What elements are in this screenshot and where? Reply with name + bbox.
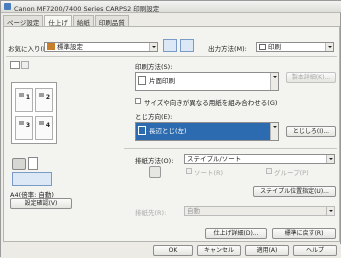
finishing-preview-icon [12, 172, 52, 186]
divider [124, 148, 337, 149]
title-bar: Canon MF7200/7400 Series CARPS2 印刷設定 [1, 1, 341, 13]
favorites-select[interactable]: 標準設定 [44, 42, 158, 52]
favorites-icon [47, 43, 55, 50]
preview-page: 2 [35, 88, 53, 112]
chevron-down-icon [270, 73, 278, 90]
chevron-down-icon [326, 207, 334, 215]
staple-icon [149, 166, 161, 178]
preview-page: 4 [35, 116, 53, 140]
chevron-down-icon [325, 43, 333, 51]
output-tray-select[interactable]: 自動 [184, 206, 335, 216]
finishing-value: ステイプル/ソート [187, 155, 242, 163]
binding-icon [138, 126, 146, 135]
printer-icon [12, 158, 26, 170]
group-checkbox[interactable] [266, 168, 272, 174]
printer-view-icon[interactable] [21, 61, 29, 69]
edit-favorite-icon[interactable] [180, 39, 194, 52]
output-method-label: 出力方法(M): [208, 45, 247, 53]
restore-defaults-button[interactable]: 標準に戻す(R) [272, 228, 336, 239]
help-button[interactable]: ヘルプ [293, 245, 337, 256]
one-sided-icon [138, 76, 146, 85]
output-method-select[interactable]: 印刷 [256, 42, 334, 52]
tab-paper-source[interactable]: 給紙 [72, 15, 94, 27]
divider [6, 56, 337, 57]
print-settings-window: Canon MF7200/7400 Series CARPS2 印刷設定 ページ… [0, 0, 341, 258]
chevron-down-icon [149, 43, 157, 51]
binding-select[interactable]: 長辺とじ(左) [135, 122, 279, 141]
page-preview: 1 2 3 4 [11, 82, 57, 144]
booklet-details-button[interactable]: 製本詳細(K)... [286, 72, 336, 83]
group-label: グループ(P) [274, 169, 309, 177]
apply-button[interactable]: 適用(A) [245, 245, 289, 256]
finishing-panel: お気に入り(F): 標準設定 出力方法(M): 印刷 1 2 3 4 A4(倍率… [3, 26, 340, 242]
dialog-buttons: OK キャンセル 適用(A) ヘルプ [1, 244, 341, 258]
sort-checkbox[interactable] [186, 168, 192, 174]
window-title: Canon MF7200/7400 Series CARPS2 印刷設定 [14, 5, 160, 13]
output-tray-label: 排紙先(R): [135, 209, 167, 217]
page-layout-icon[interactable] [10, 61, 20, 69]
binding-value: 長辺とじ(左) [149, 127, 187, 135]
finishing-details-button[interactable]: 仕上げ詳細(D)... [205, 228, 267, 239]
gutter-button[interactable]: とじしろ(I)... [286, 126, 336, 137]
mixed-sizes-checkbox[interactable] [135, 98, 141, 104]
chevron-down-icon [326, 155, 334, 163]
ok-button[interactable]: OK [153, 245, 193, 256]
preview-page: 1 [15, 88, 33, 112]
tab-print-quality[interactable]: 印刷品質 [94, 15, 129, 27]
tab-page-setup[interactable]: ページ設定 [3, 15, 44, 27]
paper-icon [28, 157, 38, 170]
preview-page: 3 [15, 116, 33, 140]
print-style-select[interactable]: 片面印刷 [135, 72, 279, 91]
output-method-value: 印刷 [268, 43, 281, 51]
favorites-value: 標準設定 [57, 43, 83, 51]
staple-location-button[interactable]: ステイプル位置指定(U)... [253, 186, 336, 197]
print-style-label: 印刷方法(S): [135, 63, 173, 71]
settings-check-button[interactable]: 設定確認(V) [10, 198, 72, 209]
finishing-label: 排紙方法(O): [135, 157, 174, 165]
tab-strip: ページ設定 仕上げ 給紙 印刷品質 [3, 15, 130, 27]
binding-label: とじ方向(E): [135, 113, 173, 121]
printer-icon [4, 3, 11, 10]
print-icon [259, 44, 266, 50]
chevron-down-icon [270, 123, 278, 140]
print-style-value: 片面印刷 [149, 77, 175, 85]
sort-label: ソート(R) [194, 169, 224, 177]
finishing-select[interactable]: ステイプル/ソート [184, 154, 335, 164]
output-tray-value: 自動 [187, 207, 200, 215]
cancel-button[interactable]: キャンセル [197, 245, 241, 256]
add-favorite-icon[interactable] [163, 39, 177, 52]
mixed-sizes-label: サイズや向きが異なる用紙を組み合わせる(G) [144, 99, 278, 107]
